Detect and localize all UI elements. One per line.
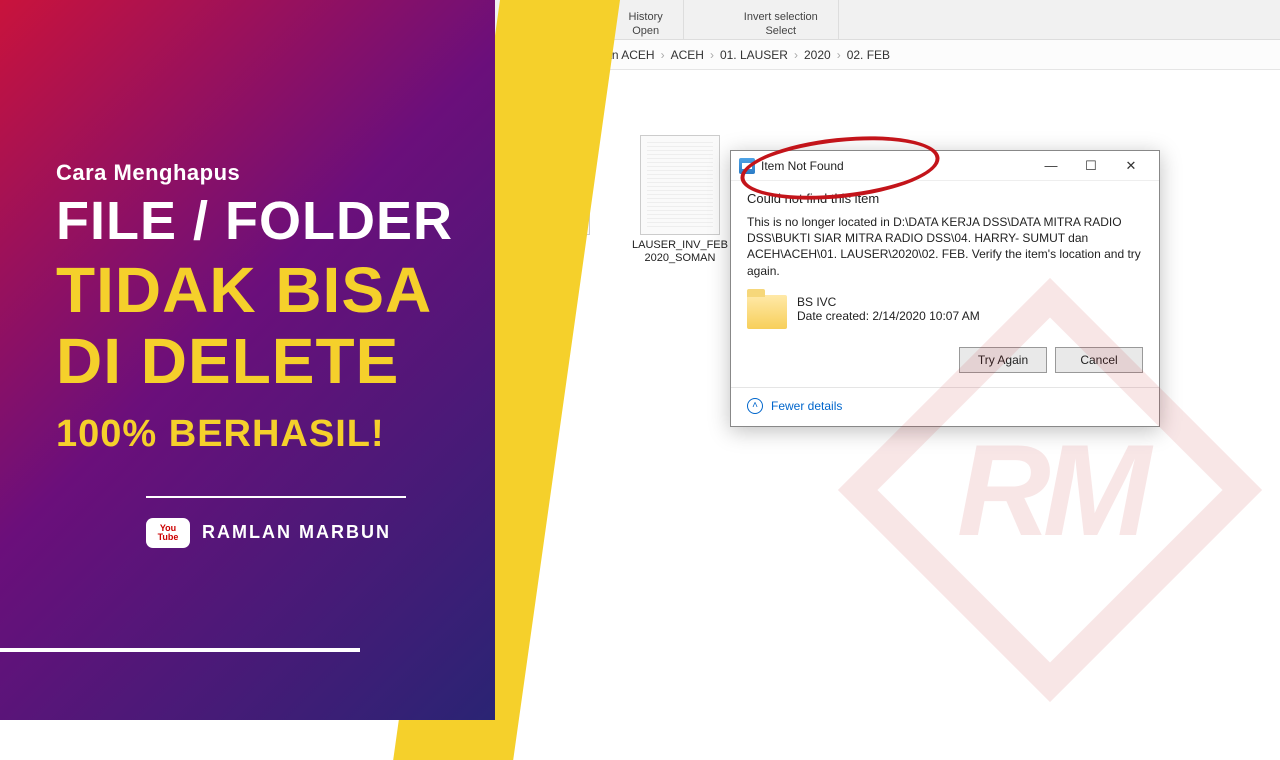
fewer-details-label: Fewer details bbox=[771, 399, 842, 413]
error-dialog: Item Not Found — ☐ ✕ Could not find this… bbox=[730, 150, 1160, 427]
breadcrumb-item[interactable]: 2020 bbox=[804, 48, 831, 62]
ribbon-history-label: History bbox=[629, 11, 663, 23]
breadcrumb-item[interactable]: 01. LAUSER bbox=[720, 48, 788, 62]
overlay-line-2b: DI DELETE bbox=[56, 329, 455, 394]
overlay-line-2a: TIDAK BISA bbox=[56, 258, 455, 323]
overlay-divider bbox=[146, 496, 406, 498]
channel-name: RAMLAN MARBUN bbox=[202, 522, 391, 543]
thumbnail-overlay: Cara Menghapus FILE / FOLDER TIDAK BISA … bbox=[0, 0, 495, 720]
youtube-icon bbox=[146, 518, 190, 548]
dialog-folder-date: Date created: 2/14/2020 10:07 AM bbox=[797, 309, 980, 323]
maximize-button[interactable]: ☐ bbox=[1071, 152, 1111, 180]
dialog-heading: Could not find this item bbox=[747, 191, 1143, 206]
try-again-button[interactable]: Try Again bbox=[959, 347, 1047, 373]
fewer-details-toggle[interactable]: ˄ Fewer details bbox=[731, 387, 1159, 426]
chevron-right-icon: › bbox=[794, 48, 798, 62]
dialog-folder-name: BS IVC bbox=[797, 295, 980, 309]
transfer-icon bbox=[739, 158, 755, 174]
chevron-up-icon: ˄ bbox=[747, 398, 763, 414]
dialog-titlebar[interactable]: Item Not Found — ☐ ✕ bbox=[731, 151, 1159, 181]
file-thumbnail-icon bbox=[640, 135, 720, 235]
overlay-pretitle: Cara Menghapus bbox=[56, 160, 455, 186]
chevron-right-icon: › bbox=[837, 48, 841, 62]
minimize-button[interactable]: — bbox=[1031, 152, 1071, 180]
chevron-right-icon: › bbox=[661, 48, 665, 62]
folder-icon bbox=[747, 295, 787, 329]
ribbon-invert-label: Invert selection bbox=[744, 11, 818, 23]
ribbon-select-label: Select bbox=[765, 25, 796, 37]
ribbon-group-select: Invert selection Select bbox=[724, 0, 839, 39]
overlay-line-3: 100% BERHASIL! bbox=[56, 413, 455, 456]
chevron-right-icon: › bbox=[710, 48, 714, 62]
close-button[interactable]: ✕ bbox=[1111, 152, 1151, 180]
dialog-detail: This is no longer located in D:\DATA KER… bbox=[747, 214, 1143, 279]
dialog-title: Item Not Found bbox=[761, 159, 844, 173]
overlay-underline bbox=[0, 648, 360, 652]
cancel-button[interactable]: Cancel bbox=[1055, 347, 1143, 373]
ribbon-group-open: History Open bbox=[609, 0, 684, 39]
breadcrumb-item[interactable]: ACEH bbox=[671, 48, 704, 62]
file-item[interactable]: LAUSER_INV_FEB 2020_SOMAN bbox=[630, 135, 730, 265]
file-label: LAUSER_INV_FEB 2020_SOMAN bbox=[630, 239, 730, 265]
breadcrumb-item[interactable]: 02. FEB bbox=[847, 48, 890, 62]
overlay-line-1: FILE / FOLDER bbox=[56, 190, 455, 252]
ribbon-open-label: Open bbox=[632, 25, 659, 37]
